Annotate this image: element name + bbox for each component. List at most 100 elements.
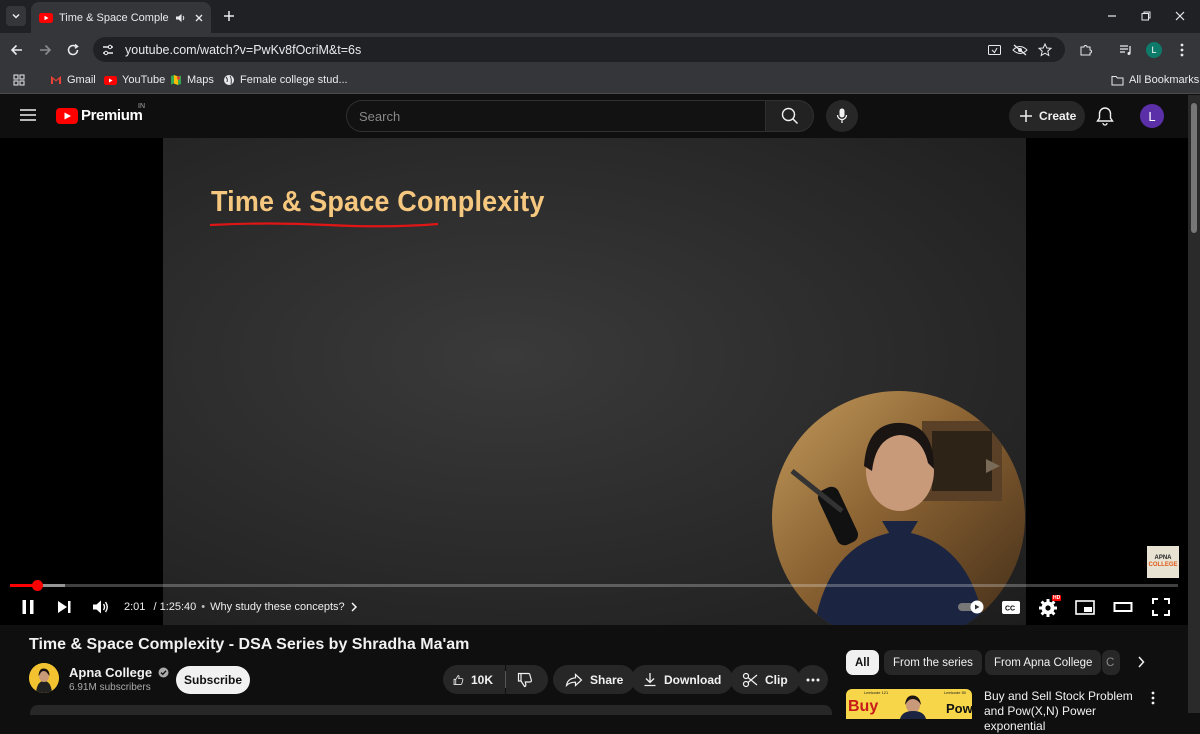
recommendation-title[interactable]: Buy and Sell Stock Problem and Pow(X,N) … bbox=[984, 689, 1144, 734]
current-time: 2:01 bbox=[124, 601, 146, 613]
forward-button[interactable] bbox=[34, 39, 56, 61]
new-tab-button[interactable] bbox=[219, 6, 239, 26]
media-controls-button[interactable] bbox=[1115, 39, 1137, 61]
back-button[interactable] bbox=[6, 39, 28, 61]
guide-menu-button[interactable] bbox=[19, 108, 37, 124]
apps-button[interactable] bbox=[13, 71, 25, 89]
address-bar[interactable]: youtube.com/watch?v=PwKv8fOcriM&t=6s bbox=[93, 37, 1065, 62]
chapter-dot: • bbox=[201, 601, 206, 613]
speaker-icon[interactable] bbox=[175, 12, 187, 24]
search-button[interactable] bbox=[765, 100, 814, 132]
hd-badge: HD bbox=[1052, 595, 1062, 601]
search-input[interactable]: Search bbox=[346, 100, 766, 132]
more-actions-button[interactable] bbox=[797, 665, 828, 694]
notifications-button[interactable] bbox=[1096, 106, 1116, 126]
all-bookmarks-button[interactable]: All Bookmarks bbox=[1111, 71, 1199, 89]
bookmarks-bar: Gmail YouTube Maps Female college stud..… bbox=[0, 66, 1200, 94]
total-time: 1:25:40 bbox=[159, 601, 197, 613]
chips-next-button[interactable] bbox=[1131, 652, 1151, 672]
video-title: Time & Space Complexity - DSA Series by … bbox=[29, 636, 470, 653]
restore-icon bbox=[1141, 11, 1151, 21]
next-button[interactable] bbox=[51, 594, 77, 620]
like-button[interactable]: 10K bbox=[443, 665, 505, 694]
bookmark-label: Gmail bbox=[67, 74, 96, 86]
region-code: IN bbox=[138, 103, 145, 110]
maps-icon bbox=[171, 75, 181, 85]
miniplayer-button[interactable] bbox=[1072, 594, 1098, 620]
all-bookmarks-label: All Bookmarks bbox=[1129, 74, 1200, 86]
settings-button[interactable]: HD bbox=[1035, 594, 1062, 620]
thumb-text-right: Pow bbox=[946, 701, 972, 716]
video-player[interactable]: Time & Space Complexity APNA COLLEGE 2:0… bbox=[0, 138, 1188, 625]
verified-badge-icon bbox=[158, 667, 169, 678]
voice-search-button[interactable] bbox=[826, 100, 858, 132]
scrollbar-thumb[interactable] bbox=[1191, 103, 1197, 233]
chip-truncated[interactable]: C bbox=[1102, 650, 1120, 675]
channel-avatar-image bbox=[29, 663, 59, 693]
watermark-line-1: APNA bbox=[1154, 555, 1172, 561]
profile-avatar: L bbox=[1146, 42, 1162, 58]
chip-all[interactable]: All bbox=[846, 650, 879, 675]
site-info-icon[interactable] bbox=[101, 43, 115, 57]
time-separator: / bbox=[150, 601, 160, 613]
chapter-title[interactable]: Why study these concepts? bbox=[210, 601, 345, 613]
arrow-right-icon bbox=[40, 44, 52, 56]
extensions-button[interactable] bbox=[1075, 39, 1097, 61]
folder-icon bbox=[1111, 75, 1124, 85]
channel-avatar[interactable] bbox=[29, 663, 59, 693]
download-button[interactable]: Download bbox=[631, 665, 734, 694]
dislike-button[interactable] bbox=[506, 665, 548, 694]
autoplay-toggle-icon bbox=[958, 600, 984, 614]
tab-search-button[interactable] bbox=[6, 6, 26, 26]
recommendation-menu-button[interactable] bbox=[1151, 691, 1159, 707]
progress-bar[interactable] bbox=[10, 580, 1178, 591]
close-tab-icon[interactable] bbox=[193, 12, 205, 24]
cast-icon[interactable] bbox=[985, 41, 1003, 59]
profile-button[interactable]: L bbox=[1143, 39, 1165, 61]
browser-menu-button[interactable] bbox=[1171, 39, 1193, 61]
reload-button[interactable] bbox=[62, 39, 84, 61]
apna-college-watermark: APNA COLLEGE bbox=[1147, 546, 1179, 578]
close-window-button[interactable] bbox=[1169, 6, 1191, 26]
minimize-window-button[interactable] bbox=[1101, 6, 1123, 26]
description-box[interactable] bbox=[30, 705, 832, 715]
share-label: Share bbox=[590, 672, 624, 687]
bookmark-gmail[interactable]: Gmail bbox=[50, 71, 96, 89]
browser-tab-active[interactable]: Time & Space Complexity - bbox=[31, 2, 211, 33]
thumb-presenter-image bbox=[900, 695, 926, 719]
youtube-logo[interactable]: Premium IN bbox=[56, 103, 145, 124]
restore-window-button[interactable] bbox=[1135, 6, 1157, 26]
captions-button[interactable]: CC bbox=[998, 594, 1024, 620]
theater-mode-button[interactable] bbox=[1110, 594, 1136, 620]
clip-button[interactable]: Clip bbox=[730, 665, 800, 694]
thumb-tag-left: Leetcode 121 bbox=[864, 690, 889, 695]
bell-icon bbox=[1096, 107, 1114, 126]
fullscreen-button[interactable] bbox=[1148, 594, 1174, 620]
bookmark-maps[interactable]: Maps bbox=[170, 71, 214, 89]
subscriber-count: 6.91M subscribers bbox=[69, 682, 151, 693]
subscribe-button[interactable]: Subscribe bbox=[176, 666, 250, 694]
recommendation-thumbnail[interactable]: Leetcode 121 Leetcode 50 Buy Pow bbox=[846, 689, 972, 719]
like-count: 10K bbox=[470, 672, 493, 687]
account-avatar[interactable]: L bbox=[1140, 104, 1164, 128]
title-underline bbox=[209, 222, 439, 228]
bookmark-female-college[interactable]: Female college stud... bbox=[223, 71, 348, 89]
pause-button[interactable] bbox=[15, 594, 41, 620]
mute-button[interactable] bbox=[88, 594, 114, 620]
page-scrollbar[interactable] bbox=[1188, 95, 1200, 713]
chip-from-apna-college[interactable]: From Apna College bbox=[985, 650, 1102, 675]
svg-text:CC: CC bbox=[1005, 605, 1015, 612]
eye-off-icon[interactable] bbox=[1011, 41, 1029, 59]
share-button[interactable]: Share bbox=[553, 665, 636, 694]
create-button[interactable]: Create bbox=[1009, 101, 1085, 131]
bookmark-star-icon[interactable] bbox=[1036, 41, 1054, 59]
url-text: youtube.com/watch?v=PwKv8fOcriM&t=6s bbox=[125, 42, 362, 57]
bookmark-youtube[interactable]: YouTube bbox=[104, 71, 165, 89]
fullscreen-icon bbox=[1152, 598, 1170, 616]
chip-from-the-series[interactable]: From the series bbox=[884, 650, 982, 675]
scissors-icon bbox=[742, 672, 758, 687]
gmail-icon bbox=[51, 76, 61, 84]
youtube-favicon-icon bbox=[39, 12, 53, 23]
autoplay-toggle[interactable] bbox=[956, 594, 986, 620]
channel-name[interactable]: Apna College bbox=[69, 665, 169, 680]
